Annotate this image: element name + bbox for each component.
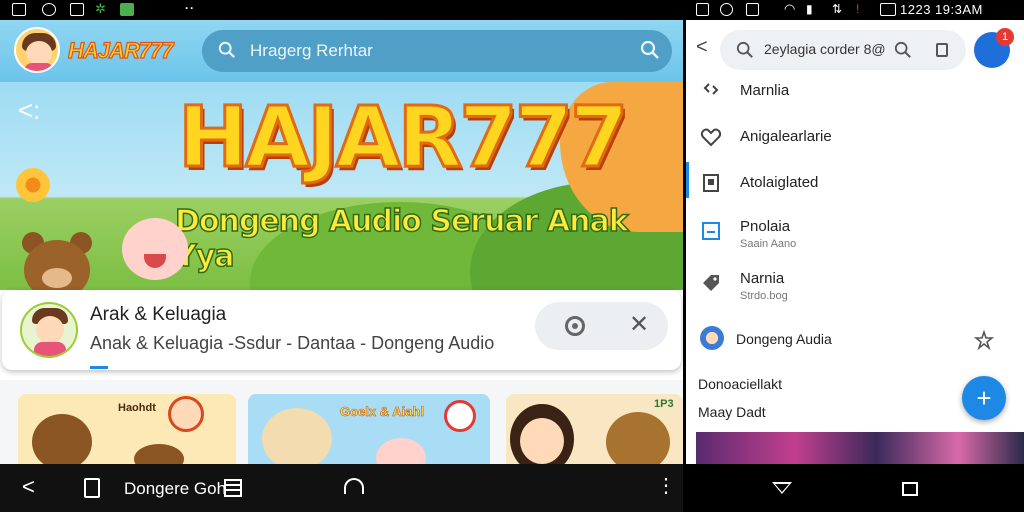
channel-title: Arak & Keluagia: [90, 304, 227, 325]
image-icon: [12, 3, 26, 16]
menu-item-label: Atolaiglated: [740, 174, 819, 191]
media-preview[interactable]: [696, 432, 1024, 466]
tab-indicator: [90, 366, 108, 369]
news-icon: [746, 3, 759, 16]
banner-title: HAJAR777: [177, 87, 631, 188]
playlist-avatar: [700, 326, 724, 350]
notification-badge: 1: [996, 28, 1014, 46]
link-icon: [703, 83, 719, 95]
menu-item[interactable]: Pnolaia Saain Aano: [686, 216, 1024, 256]
hero-banner[interactable]: <: HAJAR777 Dongeng Audio Seruar Anak Yy…: [0, 82, 683, 290]
right-status-bar: ◠ ▮ ⇅ ! 1223 19:3AM: [686, 0, 1024, 20]
search-submit-icon[interactable]: [640, 40, 660, 60]
network-icon: ⇅: [832, 2, 843, 16]
section-label: Maay Dadt: [698, 404, 766, 420]
thumbnail-label: 1P3: [654, 398, 674, 410]
image-icon: [696, 3, 709, 16]
back-icon[interactable]: <: [696, 37, 708, 57]
bear-illustration: [18, 232, 96, 290]
recents-icon[interactable]: [902, 482, 918, 496]
add-button[interactable]: +: [962, 376, 1006, 420]
search-input[interactable]: 2eylagia corder 8@: [764, 41, 886, 57]
home-icon[interactable]: [344, 478, 364, 494]
more-options-icon[interactable]: ⋮: [656, 476, 676, 496]
search-submit-icon[interactable]: [894, 41, 912, 59]
app-avatar[interactable]: [14, 27, 60, 73]
settings-icon: ✲: [95, 1, 106, 16]
thumbnail-label: Haohdt: [118, 402, 156, 414]
menu-item[interactable]: Anigalearlarie: [686, 124, 1024, 152]
record-icon: [720, 3, 733, 16]
section-label: Donoaciellakt: [698, 376, 783, 392]
right-app-pane: ◠ ▮ ⇅ ! 1223 19:3AM < 2eylagia corder 8@…: [686, 0, 1024, 512]
thumbnail-card[interactable]: Goelx & Aiahl: [248, 394, 490, 474]
menu-item[interactable]: Narnia Strdo.bog: [686, 268, 1024, 308]
more-notifications-icon: ··: [185, 1, 195, 15]
menu-item-label: Anigalearlarie: [740, 128, 832, 145]
search-input[interactable]: Hragerg Rerhtar: [250, 41, 373, 61]
left-status-bar: ✲ ··: [0, 0, 683, 20]
heart-icon: [700, 128, 722, 147]
tablet-icon: [702, 222, 720, 240]
channel-card[interactable]: Arak & Keluagia Anak & Keluagia -Ssdur -…: [2, 290, 681, 370]
screen: ✲ ·· HAJAR777 Hragerg Rerhtar <: HAJAR77…: [0, 0, 1024, 512]
back-icon[interactable]: <: [22, 476, 35, 498]
system-nav-bar: [686, 464, 1024, 512]
channel-subtitle: Anak & Keluagia -Ssdur - Dantaa - Dongen…: [90, 333, 495, 353]
left-bottom-bar: < Dongere Goh ⋮: [0, 464, 683, 512]
flower-illustration: [16, 168, 50, 202]
window-icon[interactable]: [936, 43, 948, 57]
channel-avatar[interactable]: [20, 302, 78, 358]
rotate-icon[interactable]: [84, 478, 100, 498]
battery-icon: [880, 3, 896, 16]
pin-icon[interactable]: [974, 330, 994, 350]
search-bar[interactable]: 2eylagia corder 8@: [720, 30, 966, 70]
menu-icon[interactable]: [224, 479, 242, 497]
menu-item-label: Pnolaia: [740, 218, 791, 235]
search-icon: [736, 41, 753, 58]
bottom-bar-text[interactable]: Dongere Goh: [124, 479, 226, 499]
record-icon: [42, 3, 56, 16]
menu-item-label: Marnlia: [740, 82, 790, 99]
search-bar[interactable]: Hragerg Rerhtar: [202, 30, 672, 72]
document-icon: [703, 174, 719, 192]
back-nav-icon[interactable]: [772, 482, 792, 494]
app-header: HAJAR777 Hragerg Rerhtar: [0, 20, 683, 82]
menu-item[interactable]: Atolaiglated: [686, 170, 1024, 198]
close-icon[interactable]: ✕: [629, 312, 649, 338]
left-app-pane: ✲ ·· HAJAR777 Hragerg Rerhtar <: HAJAR77…: [0, 0, 683, 512]
menu-item[interactable]: Marnlia: [686, 78, 1024, 106]
thumbnail-row: Haohdt Goelx & Aiahl 1P3: [0, 380, 683, 474]
alert-icon: !: [856, 2, 860, 16]
playlist-item[interactable]: Dongeng Audia: [686, 326, 1024, 354]
menu-item-sublabel: Saain Aano: [740, 238, 797, 250]
menu-item-label: Narnia: [740, 270, 785, 287]
wifi-icon: ◠: [784, 1, 796, 16]
status-time: 1223 19:3AM: [900, 2, 983, 17]
profile-avatar[interactable]: 1: [974, 28, 1014, 68]
banner-subtitle: Dongeng Audio Seruar Anak Yya: [174, 203, 629, 275]
search-icon: [218, 41, 235, 58]
card-actions: ✕: [535, 302, 668, 350]
cast-icon[interactable]: [565, 316, 585, 336]
pig-illustration: [118, 212, 192, 290]
playlist-label: Dongeng Audia: [736, 331, 832, 347]
tag-icon: [703, 275, 719, 291]
share-icon[interactable]: <:: [18, 97, 46, 123]
signal-icon: ▮: [806, 2, 813, 16]
brand-logo: HAJAR777: [67, 37, 174, 63]
thumbnail-card[interactable]: Haohdt: [18, 394, 236, 474]
app-icon: [120, 3, 134, 16]
thumbnail-card[interactable]: 1P3: [506, 394, 683, 474]
menu-item-sublabel: Strdo.bog: [740, 290, 788, 302]
news-icon: [70, 3, 84, 16]
thumbnail-label: Goelx & Aiahl: [340, 404, 425, 420]
